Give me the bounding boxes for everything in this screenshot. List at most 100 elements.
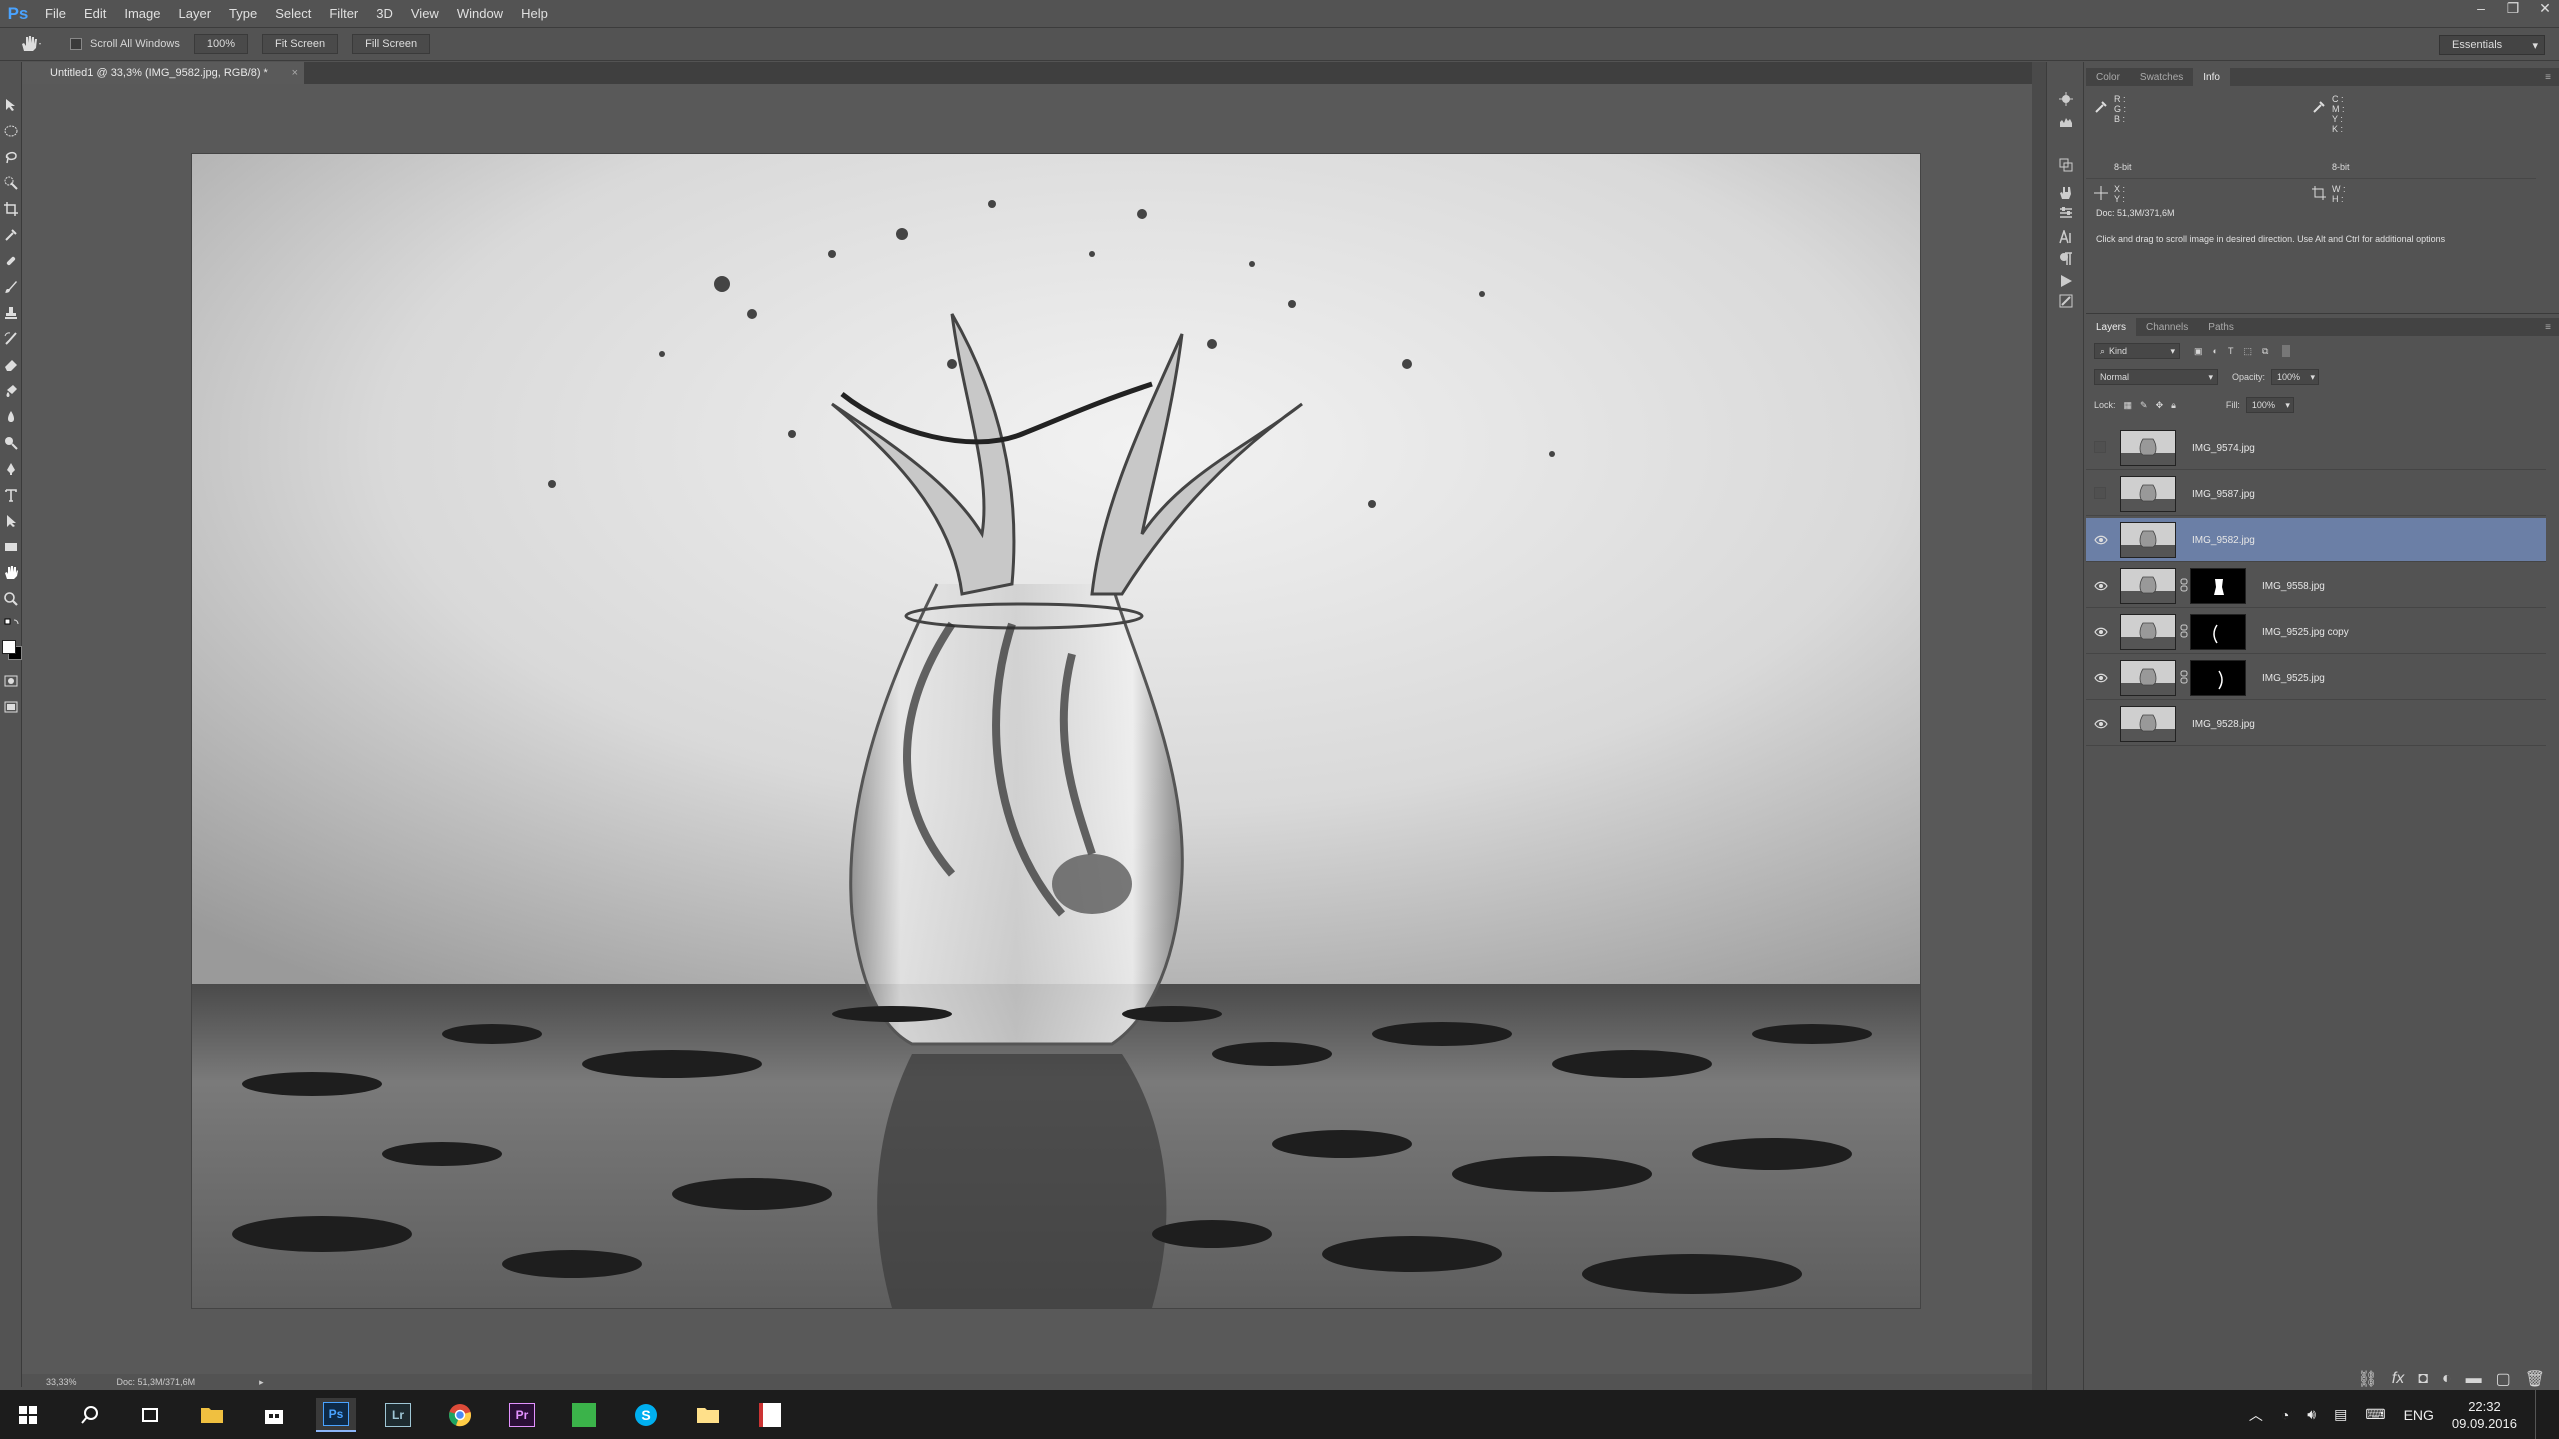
layer-row[interactable]: IMG_9558.jpg bbox=[2086, 564, 2546, 608]
opacity-input[interactable]: 100% ▾ bbox=[2271, 369, 2320, 385]
eye-icon[interactable] bbox=[2094, 625, 2108, 639]
new-adjustment-layer-icon[interactable]: ◐ bbox=[2442, 1370, 2452, 1388]
zoom-100-button[interactable]: 100% bbox=[193, 34, 248, 54]
layers-menu-icon[interactable]: ≡ bbox=[2545, 322, 2551, 333]
chevron-up-icon[interactable]: ︿ bbox=[2249, 1405, 2263, 1425]
lock-position-icon[interactable]: ✥ bbox=[2156, 400, 2164, 411]
add-mask-icon[interactable]: ◘ bbox=[2418, 1370, 2428, 1388]
fill-screen-button[interactable]: Fill Screen bbox=[352, 34, 431, 54]
lightroom-icon[interactable]: Lr bbox=[378, 1398, 418, 1432]
clone-source-icon[interactable] bbox=[2059, 158, 2073, 172]
tool-presets-icon[interactable] bbox=[2059, 294, 2073, 308]
foreground-color-swatch[interactable] bbox=[2, 640, 16, 654]
tab-color[interactable]: Color bbox=[2086, 68, 2130, 86]
document-size[interactable]: Doc: 51,3M/371,6M bbox=[117, 1377, 196, 1387]
layer-row[interactable]: IMG_9528.jpg bbox=[2086, 702, 2546, 746]
workspace-select[interactable]: Essentials ▾ bbox=[2439, 35, 2545, 55]
tab-paths[interactable]: Paths bbox=[2198, 318, 2244, 336]
store-icon[interactable] bbox=[254, 1398, 294, 1432]
menu-3d[interactable]: 3D bbox=[367, 6, 402, 21]
healing-brush-tool-icon[interactable] bbox=[4, 254, 18, 268]
tab-info[interactable]: Info bbox=[2193, 68, 2230, 86]
filter-smart-object-icon[interactable]: ⧉ bbox=[2262, 346, 2268, 357]
pen-tool-icon[interactable] bbox=[4, 462, 18, 476]
document-app-icon[interactable] bbox=[750, 1398, 790, 1432]
search-icon[interactable] bbox=[70, 1398, 110, 1432]
tab-layers[interactable]: Layers bbox=[2086, 318, 2137, 336]
filter-pixel-icon[interactable]: ▣ bbox=[2194, 346, 2203, 357]
eye-icon[interactable] bbox=[2094, 533, 2108, 547]
skype-icon[interactable]: S bbox=[626, 1398, 666, 1432]
hand-tool-preset[interactable] bbox=[10, 29, 50, 59]
adjustments-icon[interactable] bbox=[2059, 206, 2073, 220]
blend-mode-select[interactable]: Normal ▾ bbox=[2094, 369, 2218, 385]
language-indicator[interactable]: ENG bbox=[2404, 1407, 2434, 1423]
panel-menu-icon[interactable]: ≡ bbox=[2545, 72, 2551, 83]
move-tool-icon[interactable] bbox=[4, 98, 18, 112]
action-center-icon[interactable] bbox=[2535, 1390, 2539, 1439]
quick-mask-icon[interactable] bbox=[4, 674, 18, 688]
close-icon[interactable]: ✕ bbox=[2535, 0, 2555, 20]
brush-tool-icon[interactable] bbox=[4, 280, 18, 294]
document-tab[interactable]: Untitled1 @ 33,3% (IMG_9582.jpg, RGB/8) … bbox=[22, 62, 304, 84]
menu-image[interactable]: Image bbox=[115, 6, 169, 21]
lock-pixels-icon[interactable]: ✎ bbox=[2140, 400, 2148, 411]
brush-presets-icon[interactable] bbox=[2059, 92, 2073, 106]
gradient-tool-icon[interactable] bbox=[4, 384, 18, 398]
menu-layer[interactable]: Layer bbox=[170, 6, 221, 21]
menu-window[interactable]: Window bbox=[448, 6, 512, 21]
chain-link-icon[interactable] bbox=[2180, 624, 2188, 638]
notification-message-icon[interactable]: ▤ bbox=[2334, 1406, 2347, 1423]
layer-row[interactable]: IMG_9574.jpg bbox=[2086, 426, 2546, 470]
eraser-tool-icon[interactable] bbox=[4, 358, 18, 372]
new-group-icon[interactable]: ▬ bbox=[2466, 1370, 2482, 1388]
canvas-area[interactable] bbox=[22, 84, 2032, 1374]
layer-row[interactable]: IMG_9525.jpg bbox=[2086, 656, 2546, 700]
lasso-tool-icon[interactable] bbox=[4, 150, 18, 164]
layer-mask-thumbnail[interactable] bbox=[2190, 660, 2246, 696]
restore-icon[interactable]: ❐ bbox=[2503, 0, 2523, 20]
history-brush-tool-icon[interactable] bbox=[4, 332, 18, 346]
layer-row[interactable]: IMG_9587.jpg bbox=[2086, 472, 2546, 516]
menu-edit[interactable]: Edit bbox=[75, 6, 115, 21]
character-icon[interactable] bbox=[2059, 230, 2073, 244]
menu-help[interactable]: Help bbox=[512, 6, 557, 21]
premiere-icon[interactable]: Pr bbox=[502, 1398, 542, 1432]
layer-mask-thumbnail[interactable] bbox=[2190, 568, 2246, 604]
chain-link-icon[interactable] bbox=[2180, 670, 2188, 684]
fill-input[interactable]: 100% ▾ bbox=[2245, 397, 2294, 413]
eyedropper-tool-icon[interactable] bbox=[4, 228, 18, 242]
menu-filter[interactable]: Filter bbox=[320, 6, 367, 21]
keyboard-icon[interactable]: ⌨ bbox=[2365, 1406, 2385, 1423]
tab-swatches[interactable]: Swatches bbox=[2130, 68, 2193, 86]
scroll-all-windows-checkbox[interactable] bbox=[70, 38, 82, 50]
layer-style-icon[interactable]: fx bbox=[2392, 1370, 2404, 1388]
network-icon[interactable]: ◔ bbox=[2281, 1407, 2289, 1423]
crop-tool-icon[interactable] bbox=[4, 202, 18, 216]
link-layers-icon[interactable]: ⛓ bbox=[2357, 1369, 2377, 1389]
chrome-icon[interactable] bbox=[440, 1398, 480, 1432]
hand-tool-icon[interactable] bbox=[4, 566, 18, 580]
rectangle-tool-icon[interactable] bbox=[4, 540, 18, 554]
document-image[interactable] bbox=[192, 154, 1920, 1308]
marquee-tool-icon[interactable] bbox=[4, 124, 18, 138]
tab-channels[interactable]: Channels bbox=[2136, 318, 2198, 336]
eye-icon[interactable] bbox=[2094, 671, 2108, 685]
histogram-icon[interactable] bbox=[2059, 114, 2073, 128]
delete-layer-icon[interactable]: 🗑︎ bbox=[2525, 1369, 2545, 1389]
photoshop-taskbar-icon[interactable]: Ps bbox=[316, 1398, 356, 1432]
clock[interactable]: 22:32 09.09.2016 bbox=[2452, 1398, 2517, 1432]
screen-mode-icon[interactable] bbox=[4, 700, 18, 714]
status-menu-arrow-icon[interactable]: ▸ bbox=[259, 1377, 264, 1388]
paragraph-icon[interactable] bbox=[2059, 252, 2073, 266]
layer-mask-thumbnail[interactable] bbox=[2190, 614, 2246, 650]
start-icon[interactable] bbox=[8, 1398, 48, 1432]
quick-select-tool-icon[interactable] bbox=[4, 176, 18, 190]
filter-kind-select[interactable]: ⌕ Kind ▾ bbox=[2094, 343, 2180, 359]
eye-hidden-icon[interactable] bbox=[2094, 441, 2108, 455]
volume-icon[interactable]: 🔊︎ bbox=[2307, 1406, 2316, 1423]
folder-icon[interactable] bbox=[688, 1398, 728, 1432]
chain-link-icon[interactable] bbox=[2180, 578, 2188, 592]
path-selection-tool-icon[interactable] bbox=[4, 514, 18, 528]
file-explorer-icon[interactable] bbox=[192, 1398, 232, 1432]
